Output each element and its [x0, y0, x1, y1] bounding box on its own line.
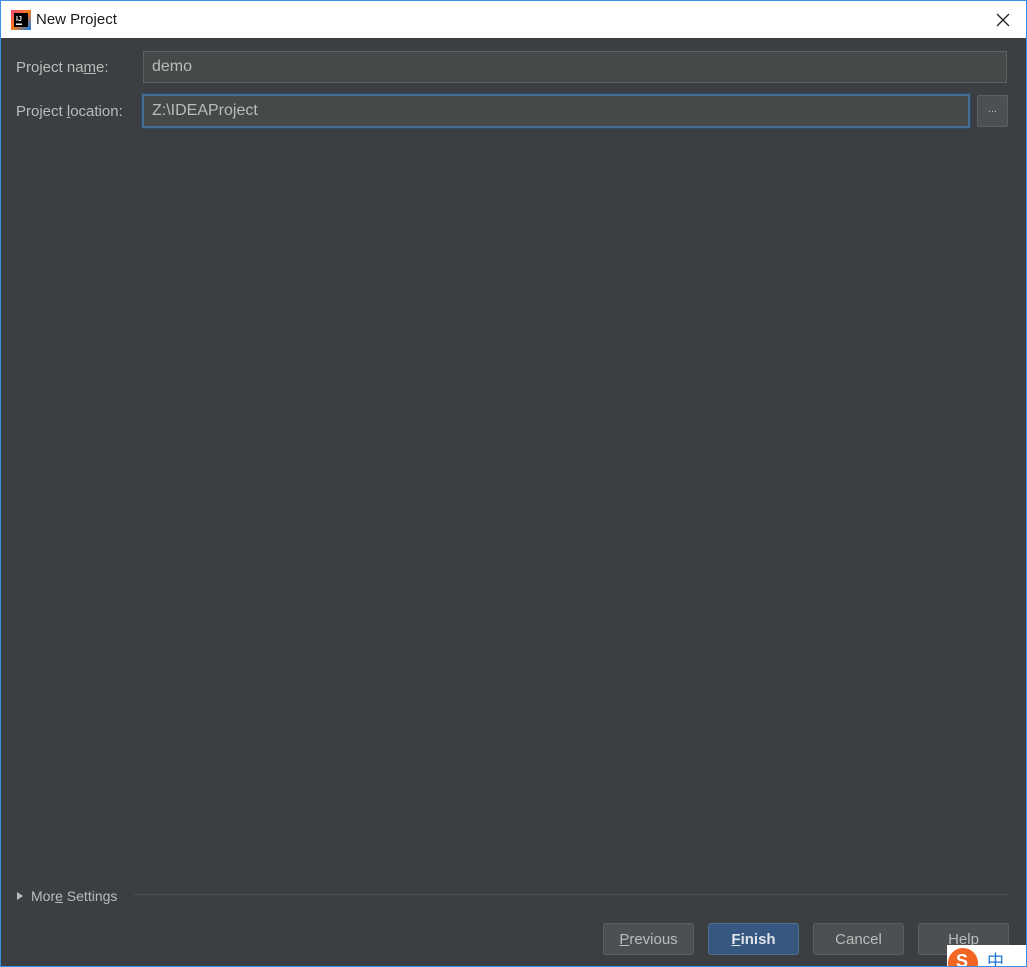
project-location-label: Project location:	[16, 103, 123, 120]
cancel-button[interactable]: Cancel	[813, 923, 904, 955]
more-settings-toggle[interactable]: More Settings	[17, 886, 117, 906]
close-button[interactable]	[980, 1, 1026, 38]
new-project-dialog: IJ New Project Project name: demo Projec…	[0, 0, 1027, 967]
project-name-label: Project name:	[16, 59, 109, 76]
more-settings-label: More Settings	[31, 888, 118, 904]
browse-button[interactable]: ...	[977, 95, 1008, 127]
svg-text:IJ: IJ	[16, 16, 22, 23]
window-title: New Project	[36, 11, 117, 28]
project-name-value: demo	[152, 58, 193, 75]
more-settings-divider	[134, 894, 1008, 895]
finish-button[interactable]: Finish	[708, 923, 799, 955]
previous-button[interactable]: Previous	[603, 923, 694, 955]
project-location-value: Z:\IDEAProject	[152, 102, 258, 119]
title-bar: IJ New Project	[1, 1, 1026, 38]
ime-indicator[interactable]: S 中	[947, 945, 1026, 967]
project-location-field[interactable]: Z:\IDEAProject	[142, 94, 970, 128]
project-name-field[interactable]: demo	[143, 51, 1007, 83]
close-icon	[996, 13, 1010, 26]
svg-text:S: S	[956, 951, 968, 967]
expand-arrow-icon	[17, 892, 23, 900]
dialog-content: Project name: demo Project location: Z:\…	[1, 38, 1026, 966]
previous-label: Previous	[619, 930, 678, 948]
finish-label: Finish	[731, 930, 776, 948]
intellij-idea-icon: IJ	[11, 10, 31, 30]
sogou-ime-icon: S 中	[947, 945, 1026, 967]
ime-mode-label: 中	[987, 952, 1004, 967]
